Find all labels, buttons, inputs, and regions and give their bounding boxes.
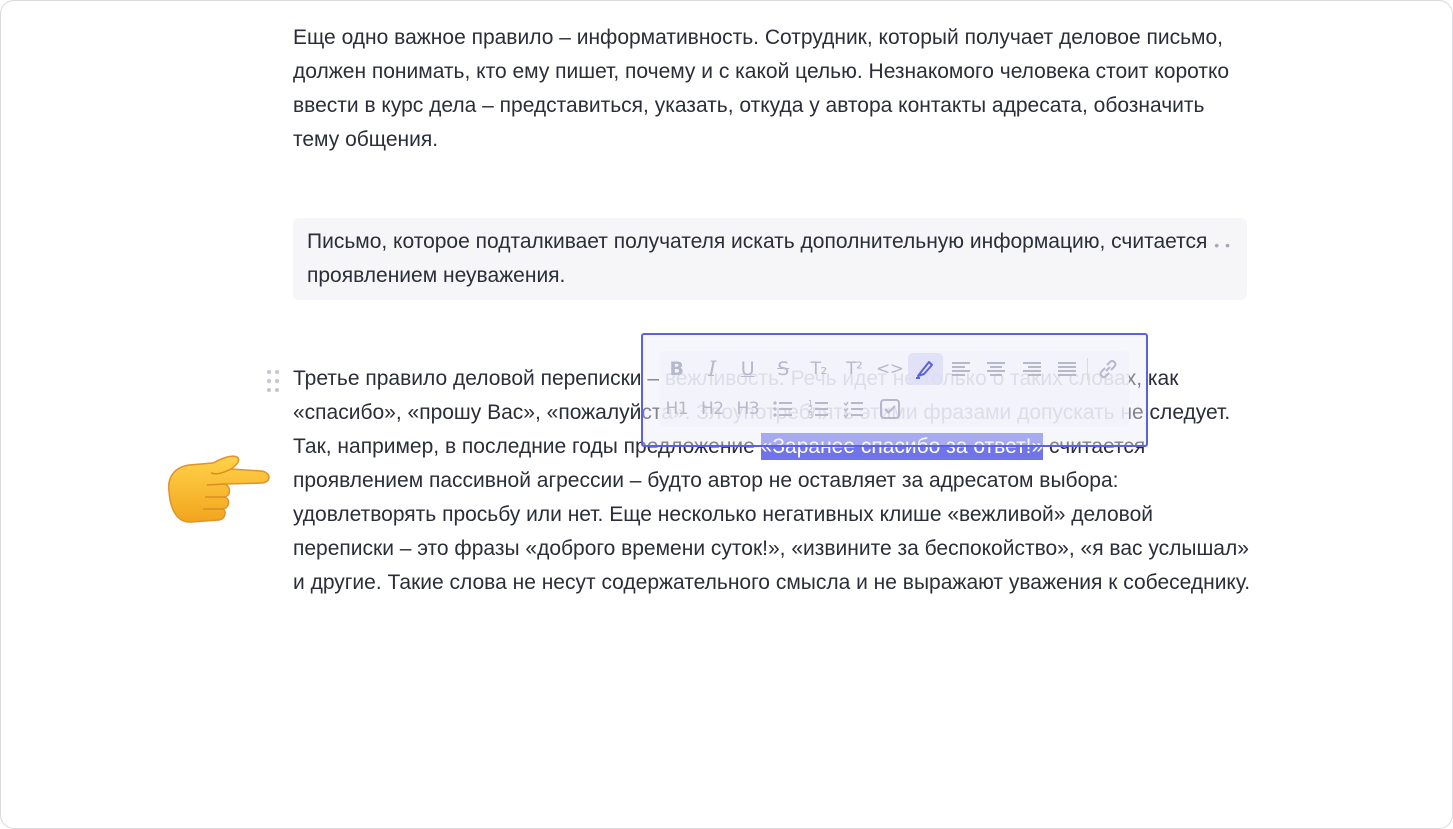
align-justify-icon — [1058, 362, 1077, 376]
bold-button[interactable]: B — [659, 353, 695, 385]
checklist-icon — [843, 401, 864, 419]
superscript-icon: T² — [846, 359, 863, 379]
bullet-list-button[interactable] — [766, 393, 802, 425]
bold-icon: B — [669, 358, 684, 380]
drag-handle-icon[interactable] — [266, 369, 280, 392]
svg-text:3: 3 — [808, 411, 813, 420]
italic-icon: I — [708, 357, 717, 381]
task-button[interactable] — [872, 393, 908, 425]
toolbar-row-text: B I U S T₂ T² <> — [659, 352, 1126, 386]
heading2-button[interactable]: H2 — [695, 393, 731, 425]
numbered-list-icon: 123 — [808, 399, 828, 420]
heading3-icon: H3 — [736, 399, 760, 419]
align-left-icon — [951, 362, 970, 376]
italic-button[interactable]: I — [695, 353, 731, 385]
checkbox-icon — [879, 399, 900, 419]
callout-block[interactable]: Письмо, которое подталкивает получателя … — [293, 218, 1247, 300]
heading2-icon: H2 — [700, 399, 724, 419]
align-center-icon — [987, 362, 1006, 376]
align-left-button[interactable] — [943, 353, 979, 385]
highlight-button[interactable] — [907, 353, 943, 385]
align-justify-button[interactable] — [1050, 353, 1086, 385]
link-icon — [1099, 359, 1117, 379]
underline-button[interactable]: U — [730, 353, 766, 385]
underline-icon: U — [740, 358, 755, 380]
numbered-list-button[interactable]: 123 — [801, 393, 837, 425]
subscript-button[interactable]: T₂ — [801, 353, 837, 385]
paragraph-informativeness[interactable]: Еще одно важное правило – информативност… — [293, 21, 1243, 157]
heading1-button[interactable]: H1 — [659, 393, 695, 425]
pointing-hand-icon — [161, 451, 273, 526]
marker-icon — [916, 361, 934, 379]
heading3-button[interactable]: H3 — [730, 393, 766, 425]
toolbar-divider — [1087, 358, 1088, 380]
superscript-button[interactable]: T² — [837, 353, 873, 385]
checklist-button[interactable] — [837, 393, 873, 425]
toolbar-row-block: H1 H2 H3 123 — [659, 392, 908, 426]
align-right-button[interactable] — [1014, 353, 1050, 385]
code-icon: <> — [876, 359, 904, 379]
link-button[interactable] — [1090, 353, 1126, 385]
heading1-icon: H1 — [665, 399, 689, 419]
formatting-toolbar: B I U S T₂ T² <> H1 H2 H3 1 2 3 — [659, 351, 1129, 427]
callout-text[interactable]: Письмо, которое подталкивает получателя … — [307, 225, 1217, 293]
align-center-button[interactable] — [979, 353, 1015, 385]
editor-window: Еще одно важное правило – информативност… — [0, 0, 1453, 829]
subscript-icon: T₂ — [810, 359, 828, 379]
bullet-list-icon — [773, 401, 793, 417]
strikethrough-button[interactable]: S — [766, 353, 802, 385]
code-button[interactable]: <> — [872, 353, 908, 385]
strikethrough-icon: S — [777, 358, 790, 380]
more-options-icon[interactable]: • • — [1214, 237, 1231, 253]
align-right-icon — [1022, 362, 1041, 376]
